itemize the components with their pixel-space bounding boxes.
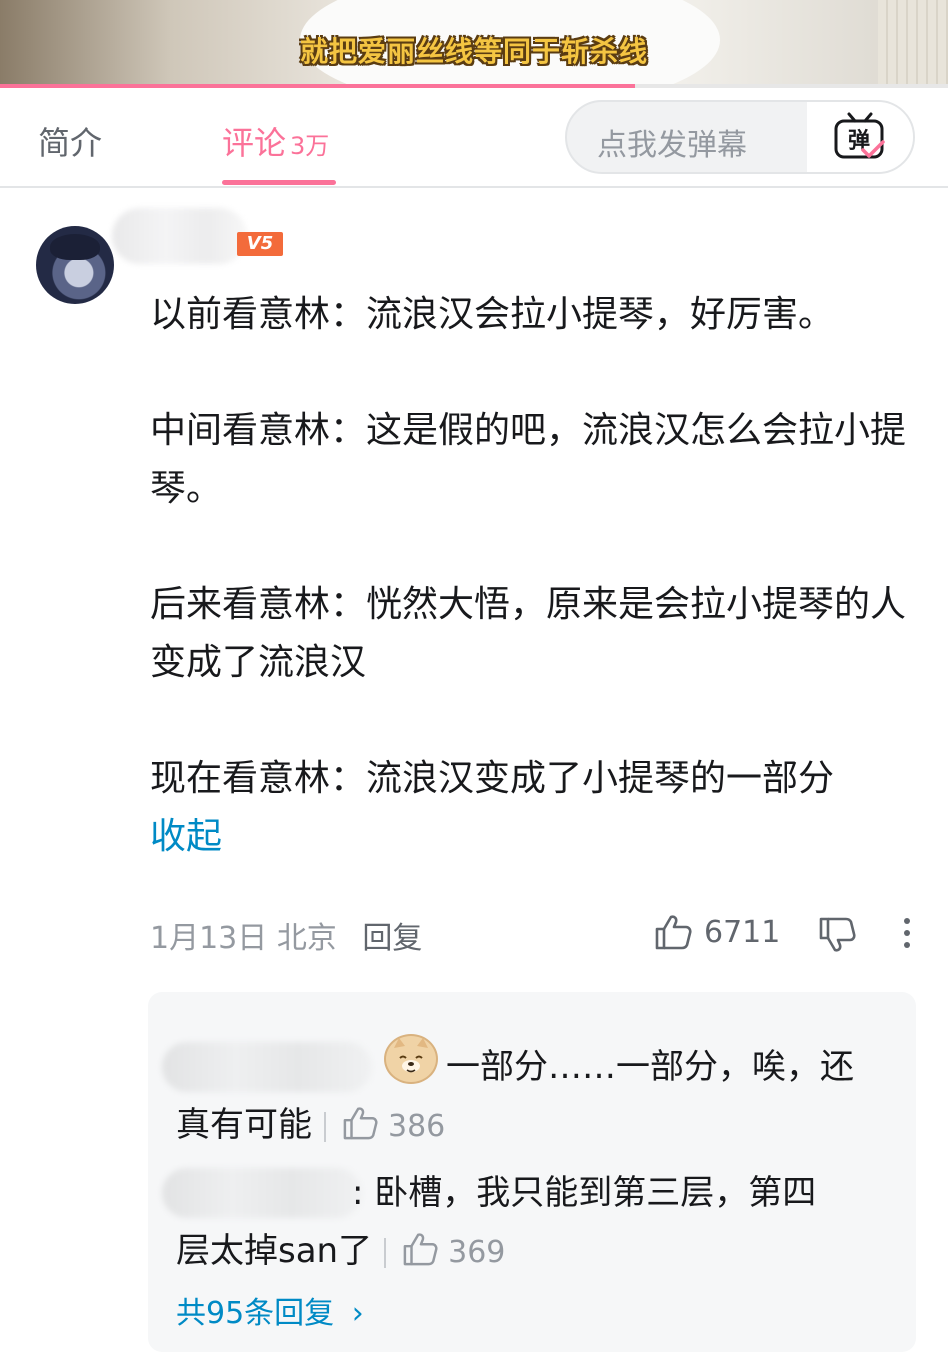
- reply-text: : 卧槽，我只能到第三层，第四: [352, 1173, 817, 1213]
- tab-bar: 简介 评论 3万 点我发弹幕 弹: [0, 88, 948, 188]
- comment-meta: 1月13日 北京 回复: [150, 913, 422, 957]
- divider: [324, 1111, 326, 1142]
- total-replies-label: 共95条回复: [176, 1296, 335, 1331]
- comment-paragraph: 后来看意林：恍然大悟，原来是会拉小提琴的人变成了流浪汉: [150, 584, 907, 683]
- commenter-username-blurred[interactable]: [112, 208, 247, 264]
- chevron-right-icon: ›: [351, 1296, 364, 1331]
- comment-body: 以前看意林：流浪汉会拉小提琴，好厉害。 中间看意林：这是假的吧，流浪汉怎么会拉小…: [150, 286, 910, 866]
- video-subtitle: 就把爱丽丝线等同于斩杀线: [299, 35, 648, 68]
- reply-text-continued: 真有可能 386: [176, 1096, 445, 1156]
- reply-button[interactable]: 回复: [362, 921, 422, 956]
- comment-paragraph: 以前看意林：流浪汉会拉小提琴，好厉害。: [150, 294, 835, 335]
- collapse-link[interactable]: 收起: [150, 808, 910, 866]
- reply-like-count: 369: [448, 1235, 506, 1270]
- reply-like-count: 386: [388, 1109, 446, 1144]
- commenter-avatar[interactable]: [36, 226, 114, 304]
- like-count: 6711: [704, 914, 781, 950]
- danmaku-toggle-button[interactable]: 弹: [807, 102, 913, 172]
- reply-like-button[interactable]: 386: [342, 1107, 446, 1144]
- thumbs-up-icon: [403, 1233, 438, 1266]
- reply-username-blurred[interactable]: [162, 1168, 362, 1218]
- view-all-replies-link[interactable]: 共95条回复 ›: [176, 1288, 364, 1332]
- danmaku-input[interactable]: 点我发弹幕: [597, 120, 747, 164]
- danmaku-icon-glyph: 弹: [848, 129, 870, 154]
- tab-comments-label: 评论: [222, 124, 287, 162]
- thumbs-up-icon: [655, 915, 692, 950]
- danmaku-bar: 点我发弹幕 弹: [565, 100, 915, 174]
- more-dot-icon: [904, 918, 910, 924]
- more-options-button[interactable]: [902, 918, 912, 954]
- reply-text-line: 层太掉san了: [176, 1231, 373, 1271]
- tab-intro[interactable]: 简介: [38, 118, 102, 164]
- video-player[interactable]: 就把爱丽丝线等同于斩杀线: [0, 0, 948, 84]
- danmaku-toggle-icon: 弹: [834, 112, 885, 159]
- comment-location: 北京: [276, 921, 337, 956]
- thumbs-down-icon: [819, 917, 856, 952]
- reply-like-button[interactable]: 369: [402, 1233, 506, 1270]
- level-badge: V5: [237, 232, 283, 256]
- reply-username-blurred[interactable]: [162, 1042, 372, 1092]
- reply-text-line: 真有可能: [176, 1105, 312, 1145]
- comment-count: 3万: [290, 132, 330, 160]
- more-dot-icon: [904, 942, 910, 948]
- reply-text-continued: 层太掉san了 369: [176, 1222, 505, 1282]
- dislike-button[interactable]: [818, 917, 856, 957]
- like-button[interactable]: 6711: [654, 914, 780, 950]
- thumbs-up-icon: [343, 1107, 378, 1140]
- shiba-dog-emoji: [384, 1034, 438, 1084]
- active-tab-indicator: [222, 180, 336, 185]
- reply-text: 一部分……一部分，唉，还: [446, 1047, 854, 1087]
- more-dot-icon: [904, 930, 910, 936]
- comment-paragraph: 中间看意林：这是假的吧，流浪汉怎么会拉小提琴。: [150, 410, 907, 509]
- comment-paragraph: 现在看意林：流浪汉变成了小提琴的一部分: [150, 758, 835, 799]
- divider: [384, 1237, 387, 1268]
- comment-date: 1月13日: [150, 921, 268, 956]
- tab-comments[interactable]: 评论 3万: [222, 118, 329, 164]
